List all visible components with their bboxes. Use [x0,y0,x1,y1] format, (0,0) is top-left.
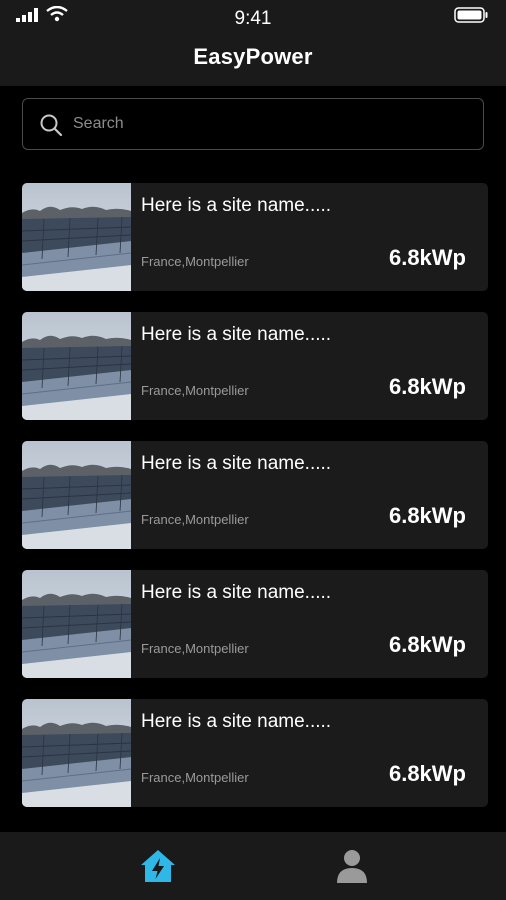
battery-icon [454,7,488,23]
search-placeholder: Search [73,115,124,132]
site-thumbnail [22,570,131,678]
site-power: 6.8kWp [388,761,466,786]
site-name: Here is a site name..... [141,582,332,603]
site-location: France,Montpellier [141,383,249,398]
site-power: 6.8kWp [388,632,466,657]
site-location: France,Montpellier [141,254,249,269]
site-location: France,Montpellier [141,641,249,656]
site-power: 6.8kWp [388,503,466,528]
site-card[interactable]: Here is a site name..... France,Montpelli… [22,699,488,807]
status-time: 9:41 [234,8,272,29]
site-name: Here is a site name..... [141,324,332,345]
search-input[interactable]: Search [22,98,484,150]
search-icon [40,114,63,137]
status-bar: 9:41 [0,0,506,38]
site-thumbnail [22,183,131,291]
site-card[interactable]: Here is a site name..... France,Montpelli… [22,441,488,549]
tab-bar [0,832,506,900]
site-name: Here is a site name..... [141,195,332,216]
site-thumbnail [22,699,131,807]
site-thumbnail [22,441,131,549]
site-power: 6.8kWp [388,374,466,399]
tab-home-icon[interactable] [138,846,178,886]
site-power: 6.8kWp [388,245,466,270]
site-card[interactable]: Here is a site name..... France,Montpelli… [22,570,488,678]
site-name: Here is a site name..... [141,453,332,474]
site-location: France,Montpellier [141,770,249,785]
site-card[interactable]: Here is a site name..... France,Montpelli… [22,183,488,291]
site-name: Here is a site name..... [141,711,332,732]
site-list: Here is a site name..... France,Montpelli… [22,183,488,828]
page-title: EasyPower [193,44,313,69]
top-bar: 9:41 EasyPower [0,0,506,86]
site-thumbnail [22,312,131,420]
site-location: France,Montpellier [141,512,249,527]
site-card[interactable]: Here is a site name..... France,Montpelli… [22,312,488,420]
tab-profile-icon[interactable] [332,846,372,886]
